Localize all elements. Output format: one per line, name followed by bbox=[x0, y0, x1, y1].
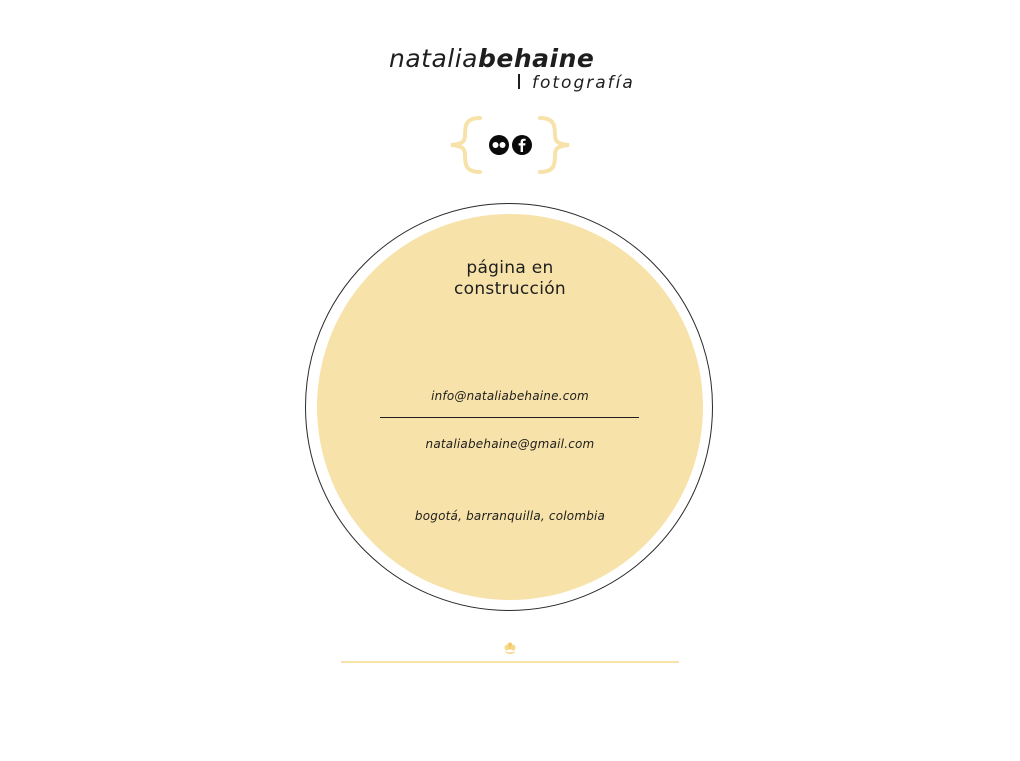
right-brace-icon bbox=[538, 116, 570, 174]
location-text: bogotá, barranquilla, colombia bbox=[414, 509, 606, 523]
logo-subtitle: fotografía bbox=[532, 73, 635, 93]
logo-separator bbox=[518, 74, 520, 89]
logo-name: nataliabehaine bbox=[389, 44, 594, 74]
construction-line-2: construcción bbox=[454, 279, 566, 299]
email-primary-link[interactable]: info@nataliabehaine.com bbox=[380, 388, 640, 404]
logo-first-name: natalia bbox=[389, 44, 478, 73]
contact-divider bbox=[380, 417, 639, 418]
logo-last-name: behaine bbox=[478, 44, 595, 73]
page: nataliabehaine fotografía página en cons… bbox=[0, 0, 1020, 761]
construction-notice: página en construcción bbox=[410, 258, 610, 300]
facebook-icon[interactable] bbox=[512, 135, 532, 155]
logo[interactable]: nataliabehaine fotografía bbox=[389, 40, 649, 100]
construction-line-1: página en bbox=[466, 258, 554, 278]
email-secondary-link[interactable]: nataliabehaine@gmail.com bbox=[380, 436, 640, 452]
left-brace-icon bbox=[450, 116, 482, 174]
flower-emblem-icon bbox=[504, 642, 516, 654]
footer-line bbox=[341, 661, 679, 663]
social-links bbox=[446, 115, 574, 177]
flickr-icon[interactable] bbox=[489, 135, 509, 155]
